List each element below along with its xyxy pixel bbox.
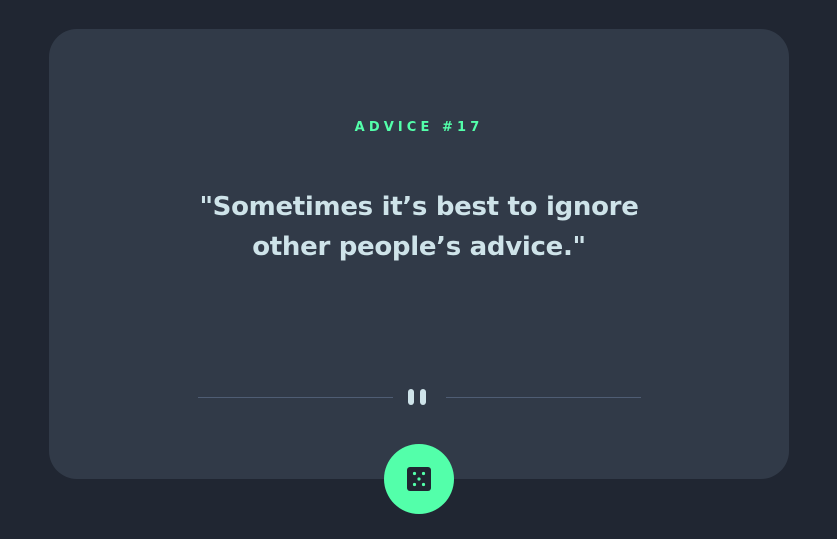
generate-advice-button[interactable] — [384, 444, 454, 514]
divider-line-right — [446, 397, 641, 398]
advice-card: ADVICE #17 "Sometimes it’s best to ignor… — [49, 29, 789, 479]
pause-icon — [408, 389, 430, 405]
page: ADVICE #17 "Sometimes it’s best to ignor… — [0, 0, 837, 539]
pause-bar-right — [420, 389, 426, 405]
advice-id-label: ADVICE #17 — [354, 120, 484, 135]
pause-bar-left — [408, 389, 414, 405]
divider-line-left — [198, 397, 393, 398]
dice-icon — [407, 467, 431, 491]
pattern-divider — [198, 386, 641, 408]
advice-quote: "Sometimes it’s best to ignore other peo… — [199, 192, 639, 262]
